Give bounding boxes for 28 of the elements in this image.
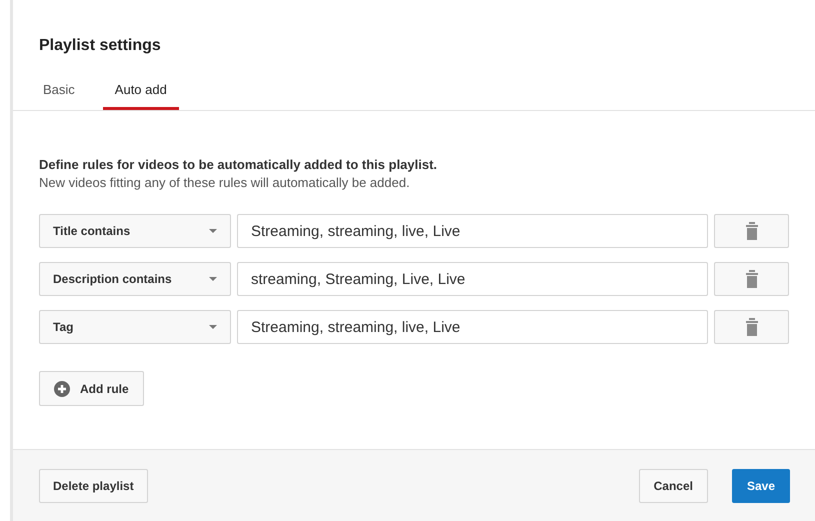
plus-circle-icon bbox=[54, 380, 70, 396]
trash-icon bbox=[746, 270, 758, 288]
trash-icon bbox=[746, 318, 758, 336]
rule-type-dropdown[interactable]: Title contains bbox=[39, 214, 231, 248]
tab[interactable]: Basic bbox=[31, 81, 87, 110]
caret-icon bbox=[209, 229, 217, 233]
add-rule-button[interactable]: Add rule bbox=[39, 371, 144, 406]
caret-icon bbox=[209, 277, 217, 281]
tab[interactable]: Auto add bbox=[102, 81, 179, 110]
rule-type-label: Title contains bbox=[53, 223, 130, 240]
rule-type-dropdown[interactable]: Description contains bbox=[39, 262, 231, 296]
rule-type-dropdown[interactable]: Tag bbox=[39, 310, 231, 344]
save-button[interactable]: Save bbox=[732, 468, 790, 502]
rule-value-field[interactable]: streaming, Streaming, Live, Live bbox=[237, 262, 708, 296]
rules-description: New videos fitting any of these rules will automatically be added. bbox=[39, 174, 411, 192]
delete-rule-button[interactable] bbox=[714, 214, 789, 248]
rules-heading: Define rules for videos to be automatically added to this playlist. bbox=[39, 156, 438, 174]
rule-type-label: Tag bbox=[53, 319, 74, 336]
delete-playlist-button[interactable]: Delete playlist bbox=[39, 468, 148, 502]
delete-rule-button[interactable] bbox=[714, 310, 789, 344]
caret-icon bbox=[209, 325, 217, 329]
trash-icon bbox=[746, 222, 758, 240]
cancel-button[interactable]: Cancel bbox=[638, 468, 708, 502]
dialog-title: Playlist settings bbox=[39, 36, 162, 56]
delete-rule-button[interactable] bbox=[714, 262, 789, 296]
rule-value-field[interactable]: Streaming, streaming, live, Live bbox=[237, 310, 708, 344]
rule-value-field[interactable]: Streaming, streaming, live, Live bbox=[237, 214, 708, 248]
rule-type-label: Description contains bbox=[53, 271, 172, 288]
